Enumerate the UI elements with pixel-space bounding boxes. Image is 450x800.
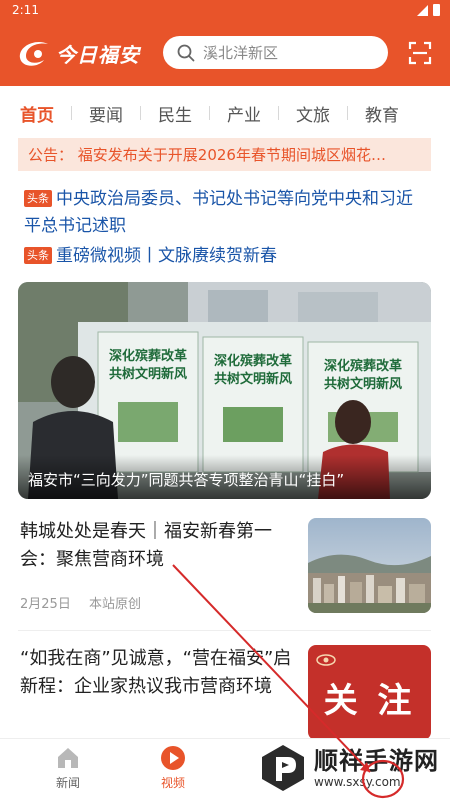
tab-divider [278,106,279,120]
tab-news[interactable]: 要闻 [89,101,123,126]
svg-text:深化殡葬改革: 深化殡葬改革 [109,348,187,364]
signal-icon [417,4,428,16]
tab-livelihood[interactable]: 民生 [158,101,192,126]
tab-education[interactable]: 教育 [365,101,399,126]
cityscape-image [308,518,431,613]
status-time: 2:11 [12,3,39,17]
banner-caption: 福安市“三向发力”同题共答专项整治青山“挂白” [18,455,431,499]
news-item[interactable]: “如我在商”见诚意，“营在福安”启新程：企业家热议我市营商环境 关 注 [18,645,431,740]
svg-text:深化殡葬改革: 深化殡葬改革 [214,353,292,369]
watermark-logo-icon [262,745,304,791]
logo-swirl-icon [19,41,48,66]
nav-item-news[interactable]: 新闻 [38,745,98,791]
battery-icon [433,4,440,16]
svg-text:深化殡葬改革: 深化殡葬改革 [324,358,402,374]
headline-item[interactable]: 头条 中央政治局委员、书记处书记等向党中央和习近平总书记述职 [24,186,424,240]
featured-banner[interactable]: 深化殡葬改革 共树文明新风 深化殡葬改革 共树文明新风 深化殡葬改革 共树文明新… [18,282,431,499]
tab-home[interactable]: 首页 [20,101,54,126]
tab-divider [71,106,72,120]
headline-text: 中央政治局委员、书记处书记等向党中央和习近平总书记述职 [24,189,413,236]
watermark: 顺祥手游网 www.sxsy.com [258,740,448,796]
news-item[interactable]: 韩城处处是春天｜福安新春第一会：聚焦营商环境 2月25日 本站原创 [18,518,431,618]
news-title: 韩城处处是春天｜福安新春第一会：聚焦营商环境 [20,521,272,570]
app-header: 今日福安 [0,22,450,86]
tab-divider [140,106,141,120]
notice-banner[interactable]: 公告： 福安发布关于开展2026年春节期间城区烟花… [18,138,431,171]
play-icon [161,746,185,770]
search-icon [177,44,195,61]
svg-text:共树文明新风: 共树文明新风 [214,371,292,387]
svg-text:共树文明新风: 共树文明新风 [109,366,187,382]
headline-tag: 头条 [24,190,52,207]
scan-icon[interactable] [408,41,432,65]
tab-divider [347,106,348,120]
nav-label: 视频 [160,776,185,790]
tab-industry[interactable]: 产业 [227,101,261,126]
news-source: 本站原创 [88,597,141,612]
watermark-title: 顺祥手游网 [314,747,439,775]
nav-label: 新闻 [55,776,80,790]
news-meta: 2月25日 本站原创 [20,593,141,612]
search-box[interactable] [163,36,388,69]
tab-culture-tourism[interactable]: 文旅 [296,101,330,126]
nav-item-video[interactable]: 视频 [143,745,203,791]
news-thumbnail [308,518,431,613]
home-icon [58,748,78,768]
headline-item[interactable]: 头条 重磅微视频丨文脉赓续贺新春 [24,243,424,270]
status-bar: 2:11 [0,0,450,22]
headline-text: 重磅微视频丨文脉赓续贺新春 [56,246,277,266]
thumbnail-caption: 关 注 [323,681,416,721]
svg-text:共树文明新风: 共树文明新风 [324,376,402,392]
news-title: “如我在商”见诚意，“营在福安”启新程：企业家热议我市营商环境 [20,648,292,697]
watermark-url: www.sxsy.com [314,775,401,789]
news-date: 2月25日 [20,597,71,612]
headline-tag: 头条 [24,247,52,264]
divider [18,630,431,631]
status-icons [417,4,440,16]
app-logo[interactable]: 今日福安 [14,36,140,70]
logo-text: 今日福安 [56,42,140,67]
news-thumbnail: 关 注 [308,645,431,740]
category-tabs: 首页 要闻 民生 产业 文旅 教育 [0,96,450,130]
search-input[interactable] [203,43,373,62]
tab-divider [209,106,210,120]
eye-icon [316,654,336,666]
